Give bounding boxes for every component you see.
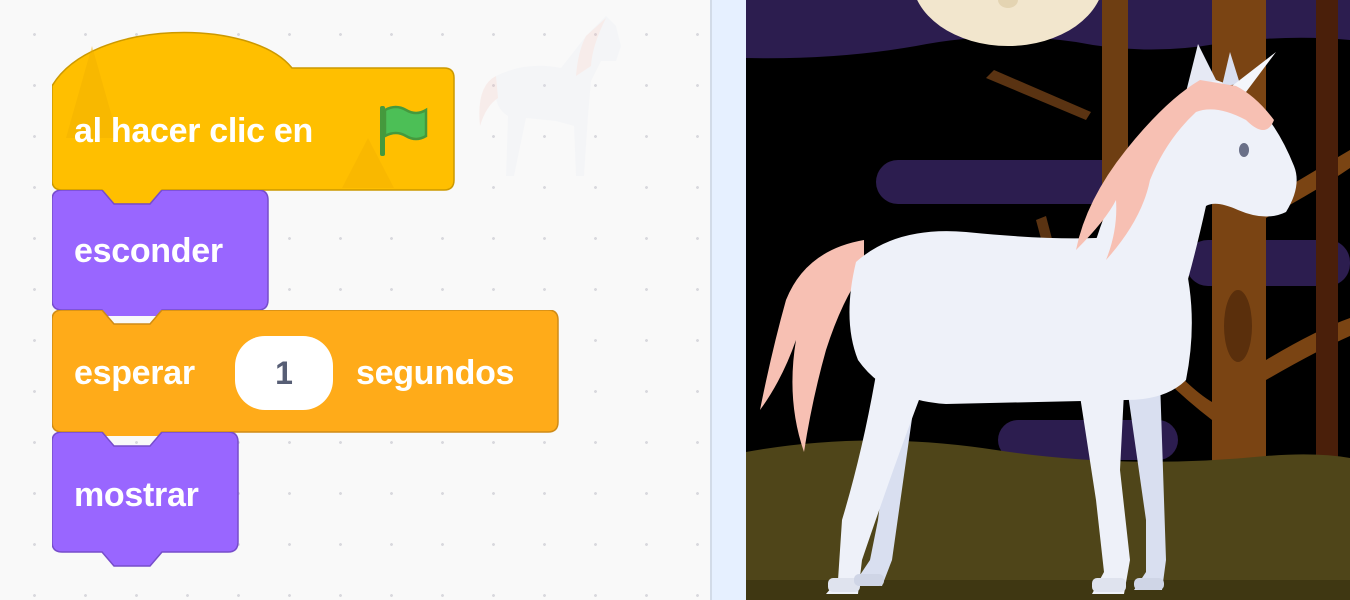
hat-block-label: al hacer clic en [74,112,314,150]
tree-knot [1224,290,1252,362]
show-block-label: mostrar [74,476,199,514]
hide-block[interactable]: esconder [52,190,270,316]
green-flag-icon [380,105,428,156]
far-tree-trunk [1316,0,1338,470]
unicorn-eye [1239,143,1249,157]
when-flag-clicked-block[interactable]: al hacer clic en [52,28,456,210]
stage-canvas [746,0,1350,600]
unicorn-hoof [1134,578,1164,590]
unicorn-hoof [854,574,884,586]
wait-seconds-input[interactable]: 1 [235,336,333,410]
wait-block[interactable]: esperar 1 segundos [52,310,560,436]
hide-block-label: esconder [74,232,223,270]
code-area[interactable]: al hacer clic en esconder esperar 1 segu… [0,0,712,600]
show-block[interactable]: mostrar [52,432,242,574]
unicorn-hoof [1092,578,1126,592]
panel-divider[interactable] [710,0,746,600]
wait-block-label-after: segundos [356,354,515,392]
stage[interactable]: unicorn night-forest [746,0,1350,600]
wait-block-label-before: esperar [74,354,195,392]
sprite-watermark-unicorn [479,16,621,176]
ground [746,440,1350,600]
